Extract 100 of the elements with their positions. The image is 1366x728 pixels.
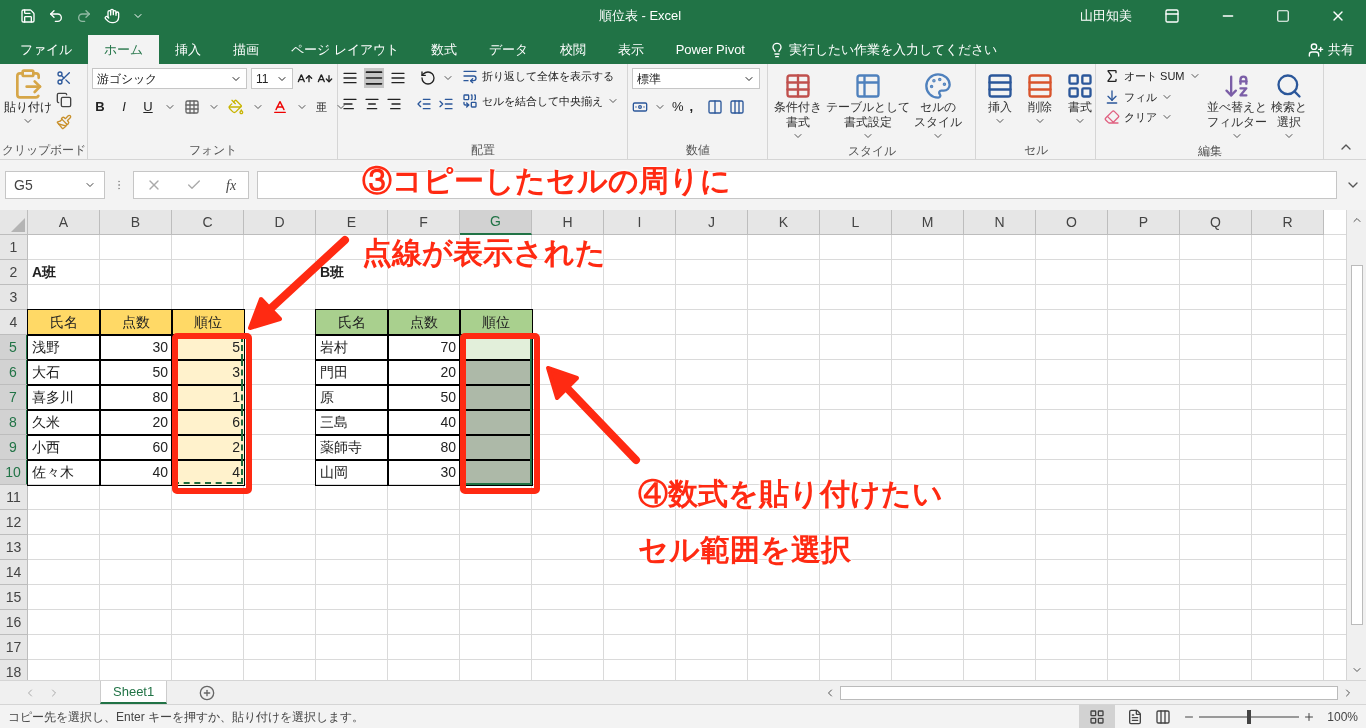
touch-mode-icon[interactable] [104, 8, 120, 24]
merge-center-button[interactable]: セルを結合して中央揃え [462, 92, 619, 109]
row-header[interactable]: 18 [0, 660, 28, 680]
ribbon-tab[interactable]: 挿入 [159, 35, 217, 64]
column-header[interactable]: D [244, 210, 316, 235]
row-header[interactable]: 3 [0, 285, 28, 310]
ribbon-tab[interactable]: 校閲 [543, 35, 602, 64]
row-header[interactable]: 15 [0, 585, 28, 610]
increase-indent-icon[interactable] [438, 96, 454, 112]
normal-view-icon[interactable] [1089, 708, 1106, 725]
clear-button[interactable]: クリア [1104, 109, 1201, 126]
row-header[interactable]: 14 [0, 560, 28, 585]
ribbon-tab[interactable]: ホーム [88, 35, 159, 64]
underline-button[interactable]: U [140, 97, 156, 117]
column-header[interactable]: M [892, 210, 964, 235]
row-header[interactable]: 8 [0, 410, 28, 435]
column-header[interactable]: P [1108, 210, 1180, 235]
row-header[interactable]: 5 [0, 335, 28, 360]
ribbon-tab[interactable]: ファイル [4, 35, 88, 64]
zoom-in-icon[interactable] [1303, 710, 1316, 723]
tell-me-field[interactable]: 実行したい作業を入力してください [789, 39, 1089, 60]
ribbon-tab[interactable]: Power Pivot [659, 35, 761, 64]
column-header[interactable]: C [172, 210, 244, 235]
row-header[interactable]: 4 [0, 310, 28, 335]
align-center-icon[interactable] [364, 96, 380, 112]
column-header[interactable]: L [820, 210, 892, 235]
font-name-dropdown[interactable]: 游ゴシック [92, 68, 247, 89]
borders-icon[interactable] [184, 98, 200, 115]
row-header[interactable]: 1 [0, 235, 28, 260]
row-header[interactable]: 16 [0, 610, 28, 635]
row-header[interactable]: 11 [0, 485, 28, 510]
column-header[interactable]: K [748, 210, 820, 235]
undo-icon[interactable] [48, 8, 64, 24]
zoom-slider[interactable] [1199, 709, 1300, 724]
ribbon-display-icon[interactable] [1164, 8, 1180, 24]
wrap-text-button[interactable]: 折り返して全体を表示する [462, 68, 619, 85]
font-color-icon[interactable] [272, 98, 288, 115]
column-header[interactable]: I [604, 210, 676, 235]
table-cell: 40 [388, 410, 460, 435]
style-button[interactable]: セルの スタイル [912, 68, 964, 142]
copy-icon[interactable] [56, 92, 72, 108]
row-header[interactable]: 2 [0, 260, 28, 285]
comma-button[interactable]: , [689, 97, 694, 117]
percent-button[interactable]: % [672, 97, 684, 117]
column-header[interactable]: F [388, 210, 460, 235]
column-header[interactable]: N [964, 210, 1036, 235]
align-right-icon[interactable] [386, 96, 402, 112]
align-middle-icon[interactable] [364, 68, 384, 88]
restore-icon[interactable] [1276, 9, 1290, 23]
ribbon-tab[interactable]: 表示 [601, 35, 660, 64]
page-break-view-icon[interactable] [1155, 708, 1172, 725]
row-header[interactable]: 13 [0, 535, 28, 560]
cells-button[interactable]: 書式 [1064, 68, 1096, 141]
align-top-icon[interactable] [342, 70, 358, 86]
style-button[interactable]: 条件付き 書式 [772, 68, 824, 142]
number-format-dropdown[interactable]: 標準 [632, 68, 760, 89]
paste-button[interactable]: 貼り付け [4, 68, 52, 141]
zoom-thumb[interactable] [1247, 709, 1252, 724]
row-header[interactable]: 12 [0, 510, 28, 535]
cells-button[interactable]: 挿入 [984, 68, 1016, 141]
fill-button[interactable]: フィル [1104, 88, 1201, 105]
row-header[interactable]: 6 [0, 360, 28, 385]
column-header[interactable]: H [532, 210, 604, 235]
italic-button[interactable]: I [116, 97, 132, 117]
column-header[interactable]: G [460, 210, 532, 235]
editing-button[interactable]: 検索と 選択 [1268, 68, 1309, 142]
column-header[interactable]: O [1036, 210, 1108, 235]
ribbon-tab[interactable]: 描画 [217, 35, 275, 64]
add-sheet-icon[interactable] [199, 684, 216, 701]
column-header[interactable]: B [100, 210, 172, 235]
row-header[interactable]: 7 [0, 385, 28, 410]
save-icon[interactable] [20, 8, 36, 24]
ribbon-tab[interactable]: ページ レイアウト [275, 35, 415, 64]
column-header[interactable]: A [28, 210, 100, 235]
column-header[interactable]: J [676, 210, 748, 235]
row-header[interactable]: 9 [0, 435, 28, 460]
cells-button[interactable]: 削除 [1024, 68, 1056, 141]
bold-button[interactable]: B [92, 97, 108, 117]
style-button[interactable]: テーブルとして 書式設定 [824, 68, 912, 142]
column-header[interactable]: R [1252, 210, 1324, 235]
fill-color-icon[interactable] [228, 98, 244, 115]
column-header[interactable]: E [316, 210, 388, 235]
row-header[interactable]: 10 [0, 460, 28, 485]
page-layout-view-icon[interactable] [1127, 708, 1144, 725]
share-button[interactable]: 共有 [1308, 35, 1366, 64]
font-size-dropdown[interactable]: 11 [251, 68, 293, 89]
name-box[interactable]: G5 [5, 171, 105, 199]
align-bottom-icon[interactable] [390, 70, 406, 86]
ribbon-tab[interactable]: データ [472, 35, 544, 64]
sheet-tab[interactable]: Sheet1 [100, 681, 168, 704]
insert-function-button[interactable]: fx [226, 174, 237, 196]
align-left-icon[interactable] [342, 96, 358, 112]
ribbon-tab[interactable]: 数式 [414, 35, 473, 64]
editing-button[interactable]: 並べ替えと フィルター [1204, 68, 1269, 142]
autosum-button[interactable]: オート SUM [1104, 68, 1201, 85]
row-header[interactable]: 17 [0, 635, 28, 660]
phonetic-button[interactable]: 亜 [316, 98, 327, 115]
decrease-indent-icon[interactable] [416, 96, 432, 112]
column-header[interactable]: Q [1180, 210, 1252, 235]
cut-icon[interactable] [56, 70, 72, 86]
